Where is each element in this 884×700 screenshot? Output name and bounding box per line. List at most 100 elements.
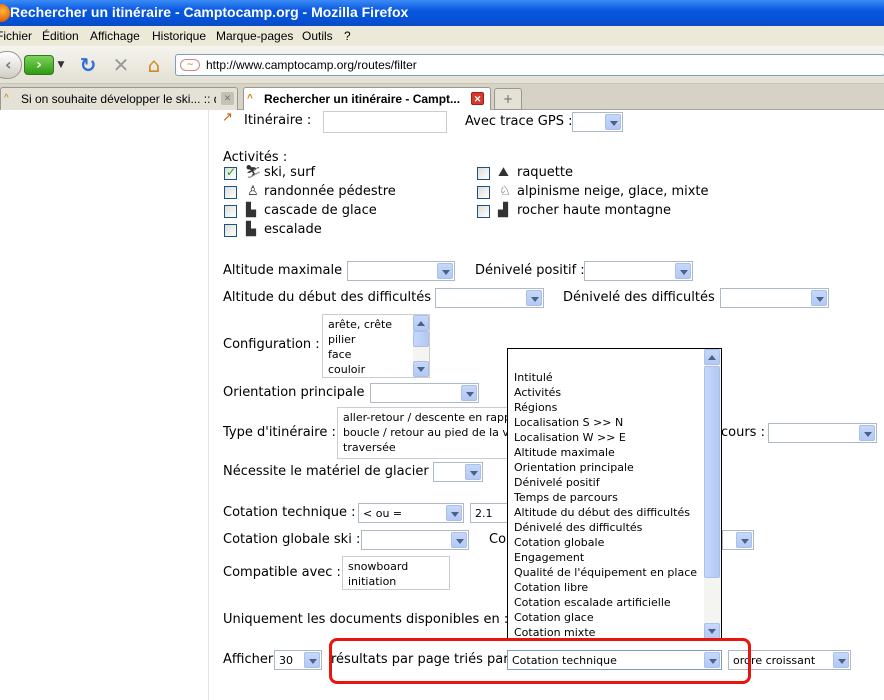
itineraire-input[interactable] [323, 111, 447, 133]
tab-label: Si on souhaite développer le ski... :: d… [21, 92, 216, 106]
stop-icon[interactable]: ✕ [109, 54, 133, 76]
type-listbox[interactable]: aller-retour / descente en rapp boucle /… [337, 407, 513, 459]
tab-rechercher[interactable]: ^ Rechercher un itinéraire - Campt... ✕ [243, 87, 491, 110]
configuration-listbox[interactable]: arête, crête pilier face couloir [322, 314, 430, 378]
menu-historique[interactable]: Historique [152, 29, 206, 43]
parcours-select[interactable] [768, 423, 877, 443]
dropdown-option[interactable]: Engagement [514, 551, 584, 566]
checkbox-raquette[interactable] [477, 167, 490, 180]
address-url[interactable]: http://www.camptocamp.org/routes/filter [206, 58, 417, 72]
type-label: Type d'itinéraire : [223, 425, 336, 440]
activity-cascade-label: cascade de glace [264, 203, 377, 218]
selected-value: < ou = [363, 507, 403, 520]
dropdown-option[interactable]: Cotation globale [514, 536, 604, 551]
list-item[interactable]: snowboard [348, 560, 408, 573]
tab-forum[interactable]: ^ Si on souhaite développer le ski... ::… [0, 87, 238, 110]
chevron-down-icon [859, 425, 875, 441]
orientation-select[interactable] [370, 383, 479, 403]
tab-favicon: ^ [4, 93, 9, 104]
checkbox-ski[interactable] [224, 165, 237, 180]
menu-bar: Fichier Édition Affichage Historique Mar… [0, 26, 884, 46]
scroll-down-icon[interactable] [704, 623, 720, 639]
cotation-other-select[interactable] [722, 530, 754, 550]
dropdown-option[interactable]: Dénivelé positif [514, 476, 600, 491]
dropdown-option[interactable]: Localisation S >> N [514, 416, 623, 431]
cotation-ski-select[interactable] [361, 530, 469, 550]
compatible-listbox[interactable]: snowboard initiation [342, 556, 450, 590]
chevron-down-icon [446, 505, 462, 521]
list-item[interactable]: traversée [343, 441, 396, 454]
reload-icon[interactable]: ↻ [76, 54, 100, 76]
dropdown-option[interactable]: Intitulé [514, 371, 553, 386]
checkbox-rocher[interactable] [477, 205, 490, 218]
home-icon[interactable]: ⌂ [142, 54, 166, 76]
chevron-down-icon [736, 532, 752, 548]
list-item[interactable]: arête, crête [328, 318, 392, 331]
skier-icon: ⛷ [245, 165, 262, 180]
dropdown-option[interactable]: Orientation principale [514, 461, 634, 476]
history-dropdown-icon[interactable]: ▼ [54, 55, 68, 75]
forward-button[interactable]: › [24, 55, 54, 75]
scroll-down-icon[interactable] [413, 361, 429, 377]
checkbox-alpinisme[interactable] [477, 186, 490, 199]
dropdown-option[interactable]: Régions [514, 401, 557, 416]
list-item[interactable]: couloir [328, 363, 365, 376]
dropdown-scrollbar[interactable] [704, 349, 721, 639]
altitude-debut-select[interactable] [435, 288, 544, 308]
menu-fichier[interactable]: Fichier [0, 29, 32, 43]
glacier-select[interactable] [433, 462, 483, 482]
gps-select[interactable] [572, 112, 623, 132]
list-item[interactable]: aller-retour / descente en rapp [343, 411, 511, 424]
menu-affichage[interactable]: Affichage [90, 29, 140, 43]
orientation-label: Orientation principale : [223, 385, 374, 400]
configuration-label: Configuration : [223, 337, 320, 352]
altitude-max-select[interactable] [347, 261, 455, 281]
list-item[interactable]: boucle / retour au pied de la vo [343, 426, 512, 439]
dropdown-option[interactable]: Activités [514, 386, 561, 401]
dropdown-option[interactable]: Cotation libre [514, 581, 588, 596]
chevron-down-icon [465, 464, 481, 480]
dropdown-option[interactable]: Qualité de l'équipement en place [514, 566, 697, 581]
snowshoe-icon: ⛰ [498, 165, 509, 180]
close-tab-icon[interactable]: ✕ [221, 92, 234, 105]
checkbox-escalade[interactable] [224, 224, 237, 237]
dropdown-option[interactable]: Cotation glace [514, 611, 594, 626]
menu-outils[interactable]: Outils [302, 29, 333, 43]
checkbox-cascade[interactable] [224, 205, 237, 218]
close-tab-icon[interactable]: ✕ [471, 92, 484, 105]
sort-dropdown-list[interactable]: Intitulé Activités Régions Localisation S >… [507, 348, 722, 640]
climber-icon: ▙ [246, 222, 256, 237]
dropdown-option[interactable]: Cotation escalade artificielle [514, 596, 671, 611]
scroll-up-icon[interactable] [413, 315, 429, 331]
list-item[interactable]: initiation [348, 575, 396, 588]
list-item[interactable]: pilier [328, 333, 355, 346]
dropdown-option[interactable]: Temps de parcours [514, 491, 618, 506]
address-bar[interactable]: ~ http://www.camptocamp.org/routes/filte… [175, 54, 884, 76]
dropdown-option[interactable]: Altitude maximale [514, 446, 615, 461]
scrollbar[interactable] [413, 315, 429, 377]
scroll-up-icon[interactable] [704, 349, 720, 365]
cotation-tech-operator-select[interactable]: < ou = [358, 503, 464, 523]
results-per-page-select[interactable]: 30 [274, 650, 322, 670]
back-button[interactable]: ‹ [0, 51, 22, 79]
tab-favicon: ^ [247, 93, 253, 104]
cotation-ski-label: Cotation globale ski : [223, 532, 361, 547]
cotation-tech-value-select[interactable]: 2.1 [470, 503, 510, 523]
menu-help[interactable]: ? [344, 29, 351, 43]
dropdown-option[interactable]: Altitude du début des difficultés [514, 506, 690, 521]
menu-edition[interactable]: Édition [42, 29, 79, 43]
new-tab-button[interactable]: + [494, 88, 522, 110]
scroll-thumb[interactable] [704, 366, 720, 578]
menu-marque-pages[interactable]: Marque-pages [216, 29, 293, 43]
chevron-down-icon [304, 652, 320, 668]
list-item[interactable]: face [328, 348, 351, 361]
uniquement-label: Uniquement les documents disponibles en … [223, 612, 509, 627]
dropdown-option[interactable]: Dénivelé des difficultés [514, 521, 642, 536]
denivele-diff-select[interactable] [720, 288, 829, 308]
dropdown-option[interactable]: Localisation W >> E [514, 431, 626, 446]
denivele-positif-select[interactable] [584, 261, 693, 281]
activites-label: Activités : [223, 150, 288, 165]
selected-value: 2.1 [475, 507, 493, 520]
scroll-thumb[interactable] [413, 331, 429, 347]
checkbox-randonnee[interactable] [224, 186, 237, 199]
